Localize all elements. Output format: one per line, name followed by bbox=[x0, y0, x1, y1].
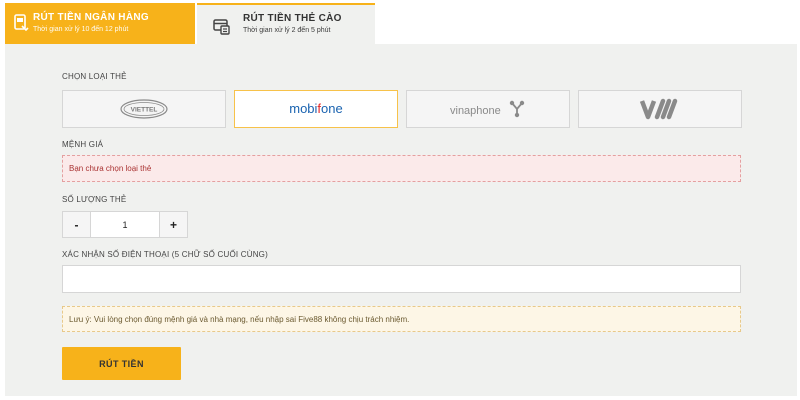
tab-card-withdraw[interactable]: RÚT TIỀN THẺ CÀO Thời gian xử lý 2 đến 5… bbox=[197, 3, 375, 44]
mobifone-logo-icon: mobifone bbox=[289, 101, 343, 116]
card-option-vinaphone[interactable]: vinaphone bbox=[406, 90, 570, 128]
denomination-label: MỆNH GIÁ bbox=[62, 140, 104, 149]
tab-card-subtitle: Thời gian xử lý 2 đến 5 phút bbox=[243, 27, 331, 34]
card-withdraw-icon bbox=[213, 17, 230, 37]
phone-confirm-input[interactable] bbox=[62, 265, 741, 293]
warning-note: Lưu ý: Vui lòng chọn đúng mệnh giá và nh… bbox=[62, 306, 741, 332]
withdraw-form-panel: CHỌN LOẠI THẺ VIETTEL mobifone vinaphone bbox=[5, 44, 797, 396]
mobifone-logo-text: mobifone bbox=[289, 101, 343, 116]
denomination-error-message: Bạn chưa chọn loại thẻ bbox=[62, 155, 741, 182]
tab-bank-title: RÚT TIỀN NGÂN HÀNG bbox=[33, 12, 149, 23]
bank-withdraw-icon bbox=[13, 13, 29, 33]
quantity-decrement-button[interactable]: - bbox=[63, 212, 90, 237]
tab-bank-subtitle: Thời gian xử lý 10 đến 12 phút bbox=[33, 26, 129, 33]
card-option-mobifone[interactable]: mobifone bbox=[234, 90, 398, 128]
tab-bank-withdraw[interactable]: RÚT TIỀN NGÂN HÀNG Thời gian xử lý 10 đế… bbox=[5, 3, 195, 44]
tab-card-title: RÚT TIỀN THẺ CÀO bbox=[243, 13, 342, 24]
quantity-label: SỐ LƯỢNG THẺ bbox=[62, 195, 127, 204]
viettel-logo-text: VIETTEL bbox=[131, 107, 158, 114]
quantity-value[interactable]: 1 bbox=[90, 212, 160, 237]
card-option-vietnamobile[interactable] bbox=[578, 90, 742, 128]
vinaphone-logo-text: vinaphone bbox=[450, 105, 501, 117]
viettel-logo-icon: VIETTEL bbox=[120, 99, 168, 119]
withdraw-tabs: RÚT TIỀN NGÂN HÀNG Thời gian xử lý 10 đế… bbox=[5, 3, 375, 44]
card-type-label: CHỌN LOẠI THẺ bbox=[62, 72, 127, 81]
quantity-stepper: - 1 + bbox=[62, 211, 188, 238]
quantity-increment-button[interactable]: + bbox=[160, 212, 187, 237]
vinaphone-logo-icon: vinaphone bbox=[450, 100, 525, 118]
phone-confirm-label: XÁC NHẬN SỐ ĐIỆN THOẠI (5 CHỮ SỐ CUỐI CÙ… bbox=[62, 250, 268, 259]
vietnamobile-logo-icon bbox=[639, 98, 678, 120]
card-option-viettel[interactable]: VIETTEL bbox=[62, 90, 226, 128]
card-type-options: VIETTEL mobifone vinaphone bbox=[62, 90, 742, 128]
withdraw-submit-button[interactable]: RÚT TIỀN bbox=[62, 347, 181, 380]
